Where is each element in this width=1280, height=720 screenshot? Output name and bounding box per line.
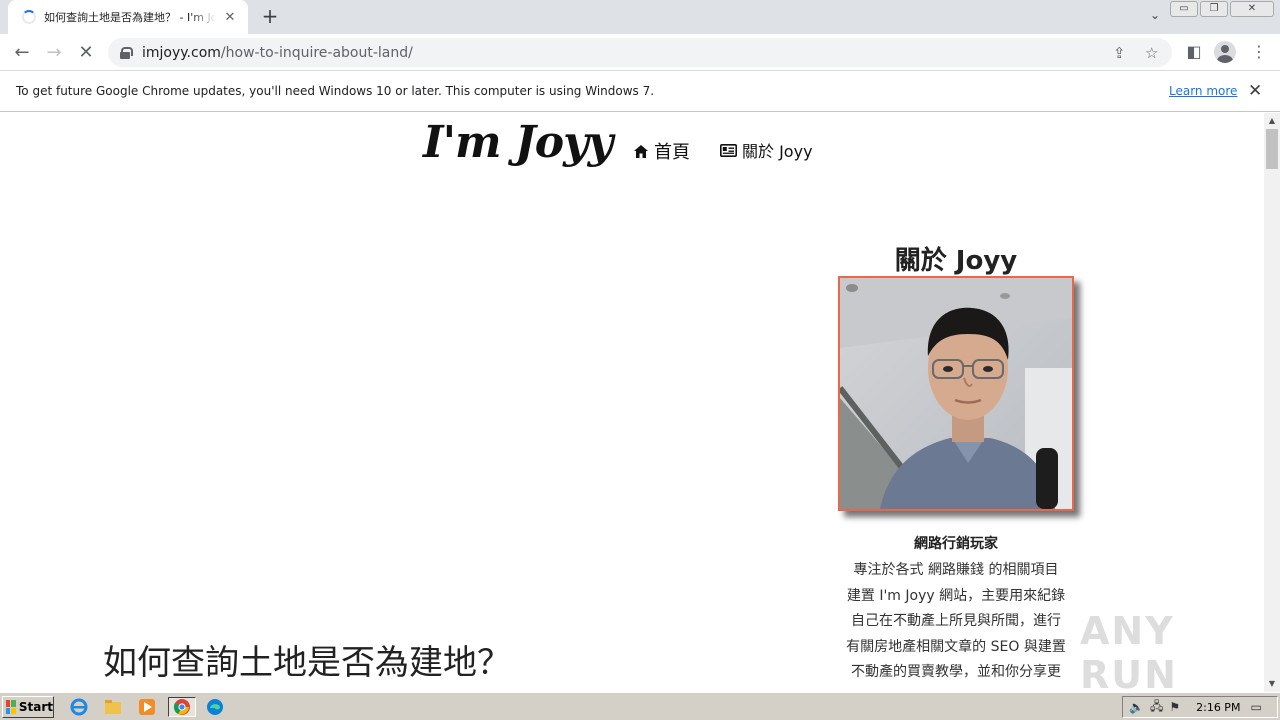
home-icon bbox=[634, 144, 648, 158]
lock-icon[interactable] bbox=[120, 46, 133, 59]
page-scrollbar[interactable]: ▲ ▼ bbox=[1264, 113, 1280, 692]
window-close-button[interactable]: ✕ bbox=[1230, 1, 1274, 17]
url-text: imjoyy.com/how-to-inquire-about-land/ bbox=[142, 45, 413, 61]
windows-taskbar: Start 🔈 🖧 ⚑ 2:16 PM ▭ bbox=[0, 692, 1280, 720]
edge-icon[interactable] bbox=[204, 697, 226, 717]
sidebar-bio-line: 建置 I'm Joyy 網站，主要用來紀錄 bbox=[846, 588, 1066, 604]
stop-loading-icon[interactable]: ✕ bbox=[73, 40, 99, 66]
scroll-down-arrow-icon[interactable]: ▼ bbox=[1264, 677, 1280, 691]
tab-close-icon[interactable]: ✕ bbox=[222, 10, 238, 25]
menu-kebab-icon[interactable]: ⋮ bbox=[1248, 42, 1270, 61]
post-title: 如何查詢土地是否為建地？ bbox=[103, 643, 511, 683]
sidebar-bio-line: 不動產的買賣教學，並和你分享更 bbox=[851, 664, 1061, 680]
sidebar-bio-line: 專注於各式 網路賺錢 的相關項目 bbox=[853, 562, 1059, 578]
url-path: /how-to-inquire-about-land/ bbox=[220, 44, 413, 61]
new-tab-button[interactable]: + bbox=[258, 5, 282, 29]
tab-search-chevron-icon[interactable]: ⌄ bbox=[1150, 8, 1160, 22]
volume-icon[interactable]: 🔈 bbox=[1129, 700, 1144, 714]
start-label: Start bbox=[18, 700, 53, 714]
infobar-close-icon[interactable]: ✕ bbox=[1248, 81, 1262, 101]
learn-more-link[interactable]: Learn more bbox=[1169, 84, 1237, 98]
minimize-button[interactable]: ▭ bbox=[1170, 1, 1198, 17]
windows-flag-icon bbox=[6, 700, 16, 714]
anyrun-watermark: ANY RUN bbox=[1080, 609, 1178, 692]
share-icon[interactable]: ⇪ bbox=[1113, 44, 1126, 62]
id-card-icon bbox=[720, 143, 737, 157]
url-domain: imjoyy.com bbox=[142, 44, 221, 61]
forward-arrow-icon[interactable]: → bbox=[41, 40, 67, 66]
nav-item-home[interactable]: 首頁 bbox=[633, 138, 690, 164]
start-button[interactable]: Start bbox=[2, 696, 54, 718]
browser-toolbar: ← → ✕ imjoyy.com/how-to-inquire-about-la… bbox=[0, 34, 1280, 71]
scroll-up-arrow-icon[interactable]: ▲ bbox=[1264, 114, 1280, 128]
nav-label-home: 首頁 bbox=[654, 142, 690, 163]
action-center-flag-icon[interactable]: ⚑ bbox=[1169, 700, 1180, 714]
update-infobar: To get future Google Chrome updates, you… bbox=[0, 72, 1280, 112]
media-player-icon[interactable] bbox=[136, 697, 158, 717]
web-page: I'm Joyy 首頁 關於 Joyy 關於 Joyy 網路行銷玩家 專注於各式… bbox=[0, 113, 1264, 692]
nav-label-about: 關於 Joyy bbox=[742, 142, 813, 161]
sidebar-title: 關於 Joyy bbox=[894, 246, 1018, 276]
network-icon[interactable]: 🖧 bbox=[1150, 697, 1163, 718]
system-tray: 🔈 🖧 ⚑ 2:16 PM ▭ bbox=[1122, 696, 1278, 718]
clock[interactable]: 2:16 PM bbox=[1196, 701, 1240, 714]
scroll-thumb[interactable] bbox=[1266, 129, 1278, 169]
internet-explorer-icon[interactable] bbox=[68, 697, 90, 717]
loading-spinner-icon bbox=[22, 10, 36, 24]
restore-button[interactable]: ❐ bbox=[1200, 1, 1228, 17]
chrome-icon bbox=[173, 699, 190, 715]
bookmark-star-icon[interactable]: ☆ bbox=[1145, 44, 1158, 62]
window-controls: ▭ ❐ ✕ bbox=[1170, 1, 1274, 17]
author-portrait-image bbox=[840, 278, 1072, 509]
nav-item-about[interactable]: 關於 Joyy bbox=[720, 138, 813, 162]
back-arrow-icon[interactable]: ← bbox=[9, 40, 35, 66]
sidebar-bio-line: 自己在不動產上所見與所聞，進行 bbox=[851, 613, 1061, 629]
show-desktop-icon[interactable]: ▭ bbox=[1250, 700, 1261, 714]
profile-avatar-icon[interactable] bbox=[1214, 41, 1236, 63]
site-logo[interactable]: I'm Joyy bbox=[423, 117, 613, 168]
file-explorer-icon[interactable] bbox=[102, 697, 124, 717]
tab-strip: 如何查詢土地是否為建地？ - I'm Joyy ✕ + ⌄ ▭ ❐ ✕ bbox=[0, 0, 1280, 34]
browser-tab-active[interactable]: 如何查詢土地是否為建地？ - I'm Joyy ✕ bbox=[8, 0, 248, 34]
infobar-message: To get future Google Chrome updates, you… bbox=[16, 84, 655, 98]
chrome-taskbar-button[interactable] bbox=[168, 697, 196, 717]
sidebar-bio-line: 有關房地產相關文章的 SEO 與建置 bbox=[846, 639, 1066, 655]
author-photo bbox=[838, 276, 1074, 511]
side-panel-icon[interactable]: ◧ bbox=[1183, 42, 1205, 61]
address-bar[interactable]: imjoyy.com/how-to-inquire-about-land/ ⇪ … bbox=[108, 38, 1172, 67]
sidebar-role: 網路行銷玩家 bbox=[914, 536, 998, 552]
tab-title: 如何查詢土地是否為建地？ - I'm Joyy bbox=[44, 11, 216, 24]
